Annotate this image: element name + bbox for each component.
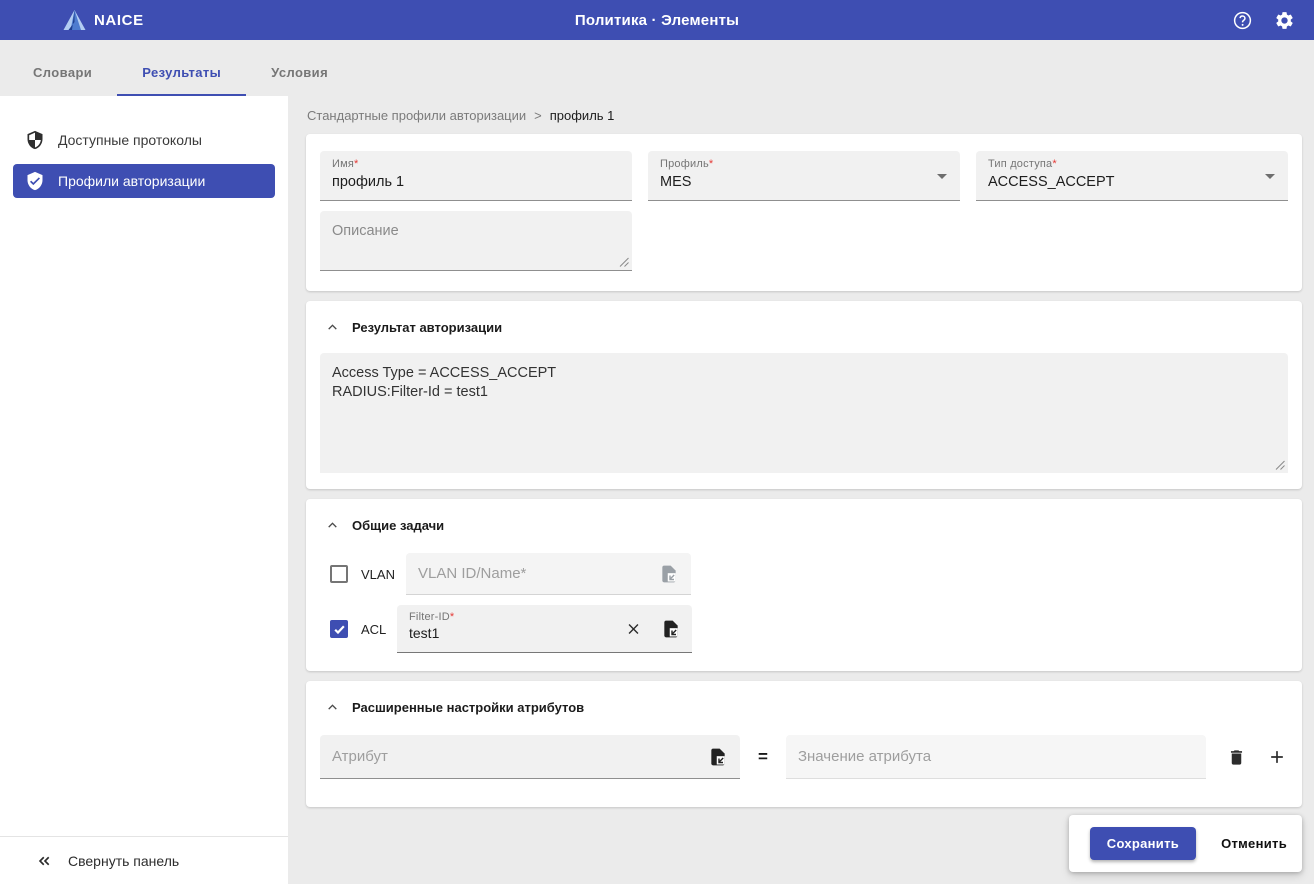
- acl-checkbox[interactable]: [330, 620, 348, 638]
- cancel-button[interactable]: Отменить: [1221, 836, 1287, 851]
- breadcrumb-separator: >: [534, 108, 542, 123]
- filter-id-field[interactable]: Filter-ID*: [397, 605, 692, 653]
- vlan-checkbox[interactable]: [330, 565, 348, 583]
- access-type-select-value: ACCESS_ACCEPT: [988, 174, 1115, 190]
- attribute-value-field: [785, 735, 1206, 779]
- delete-row-icon[interactable]: [1227, 748, 1246, 767]
- resize-handle-icon[interactable]: [1275, 460, 1285, 470]
- app-bar: NAICE Политика · Элементы: [0, 0, 1314, 40]
- filter-id-label: Filter-ID*: [409, 611, 455, 623]
- attribute-field: [320, 735, 740, 779]
- brand-name: NAICE: [94, 11, 144, 29]
- auth-result-textarea[interactable]: Access Type = ACCESS_ACCEPT RADIUS:Filte…: [320, 353, 1288, 473]
- pick-from-list-icon[interactable]: [708, 747, 728, 767]
- form-actions: Сохранить Отменить: [1068, 815, 1302, 872]
- name-field[interactable]: Имя*: [320, 151, 632, 201]
- sidebar-item-auth-profiles[interactable]: Профили авторизации: [13, 164, 275, 198]
- common-tasks-card: Общие задачи VLAN VLAN ID/Name* ACL Filt…: [306, 499, 1302, 671]
- chevron-down-icon: [1265, 174, 1275, 179]
- vlan-id-input[interactable]: [418, 565, 659, 582]
- equals-sign: =: [758, 747, 768, 766]
- section-title: Результат авторизации: [352, 320, 503, 335]
- pick-from-list-icon[interactable]: [659, 564, 679, 584]
- section-title: Расширенные настройки атрибутов: [352, 700, 585, 715]
- resize-handle-icon[interactable]: [619, 257, 629, 267]
- main-content: Стандартные профили авторизации > профил…: [288, 96, 1314, 884]
- sidebar-item-available-protocols[interactable]: Доступные протоколы: [13, 123, 275, 157]
- collapse-panel-label: Свернуть панель: [68, 852, 180, 869]
- profile-form-card: Имя* Профиль* MES Тип доступа* ACCESS_AC…: [306, 134, 1302, 291]
- access-type-select-label: Тип доступа*: [988, 158, 1057, 170]
- vlan-task-row: VLAN: [320, 553, 1288, 595]
- shield-check-icon: [25, 171, 45, 191]
- description-textarea[interactable]: [320, 211, 632, 270]
- clear-icon[interactable]: [625, 620, 642, 637]
- name-input[interactable]: [332, 170, 620, 190]
- access-type-select[interactable]: Тип доступа* ACCESS_ACCEPT: [976, 151, 1288, 201]
- sidebar: Доступные протоколы Профили авторизации …: [0, 96, 288, 884]
- pick-from-list-icon[interactable]: [661, 619, 681, 639]
- vlan-id-field: [406, 553, 691, 595]
- tab-bar: Словари Результаты Условия: [0, 40, 1314, 96]
- profile-select[interactable]: Профиль* MES: [648, 151, 960, 201]
- gear-icon[interactable]: [1274, 10, 1295, 31]
- collapse-section-icon[interactable]: [326, 519, 339, 532]
- advanced-attributes-card: Расширенные настройки атрибутов Атрибут …: [306, 681, 1302, 807]
- attribute-input[interactable]: [332, 748, 708, 765]
- menu-icon[interactable]: [18, 14, 37, 26]
- shield-half-icon: [25, 130, 45, 150]
- acl-task-row: ACL Filter-ID*: [320, 605, 1288, 653]
- filter-id-input[interactable]: [409, 623, 616, 641]
- page-title: Политика · Элементы: [574, 11, 740, 29]
- chevron-down-icon: [937, 174, 947, 179]
- name-field-label: Имя*: [332, 158, 359, 170]
- tab-dictionaries[interactable]: Словари: [8, 40, 117, 96]
- breadcrumb-parent[interactable]: Стандартные профили авторизации: [307, 108, 526, 123]
- tab-conditions[interactable]: Условия: [246, 40, 353, 96]
- section-title: Общие задачи: [352, 518, 445, 533]
- breadcrumb: Стандартные профили авторизации > профил…: [307, 108, 1302, 123]
- profile-select-label: Профиль*: [660, 158, 714, 170]
- sidebar-item-label: Профили авторизации: [58, 173, 206, 189]
- add-row-icon[interactable]: [1267, 747, 1287, 767]
- help-icon[interactable]: [1232, 10, 1253, 31]
- app-logo-icon: [62, 9, 87, 31]
- tab-results[interactable]: Результаты: [117, 40, 247, 96]
- sidebar-item-label: Доступные протоколы: [58, 132, 202, 148]
- collapse-panel-button[interactable]: Свернуть панель: [0, 836, 288, 884]
- collapse-section-icon[interactable]: [326, 701, 339, 714]
- double-chevron-left-icon: [35, 852, 53, 870]
- attribute-value-input[interactable]: [797, 748, 1194, 765]
- vlan-checkbox-label: VLAN: [361, 566, 395, 582]
- breadcrumb-current: профиль 1: [549, 108, 615, 123]
- auth-result-card: Результат авторизации Access Type = ACCE…: [306, 301, 1302, 489]
- attribute-row: =: [320, 735, 1288, 779]
- profile-select-value: MES: [660, 174, 692, 190]
- auth-result-field: Access Type = ACCESS_ACCEPT RADIUS:Filte…: [320, 353, 1288, 473]
- description-field: [320, 211, 632, 271]
- collapse-section-icon[interactable]: [326, 321, 339, 334]
- save-button[interactable]: Сохранить: [1089, 827, 1197, 860]
